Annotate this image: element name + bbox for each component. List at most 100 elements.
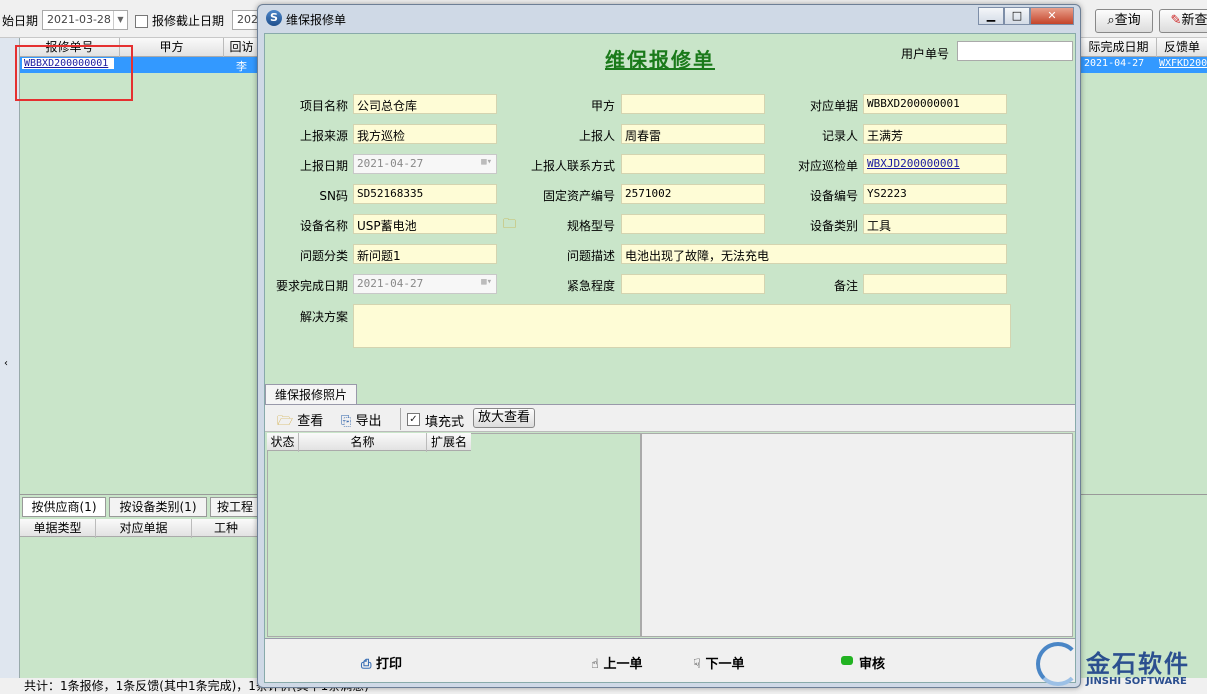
asset-no-field[interactable]: 2571002 xyxy=(621,184,765,204)
close-icon[interactable]: ✕ xyxy=(1030,7,1074,25)
report-date-label: 上报日期 xyxy=(299,159,348,173)
audit-button[interactable]: 审核 xyxy=(841,653,885,672)
due-date-value: 2021-04-27 xyxy=(357,277,424,290)
photo-preview xyxy=(641,433,1073,637)
party-a-label: 甲方 xyxy=(590,99,615,113)
photo-toolbar: 🗁 查看 ⎘ 导出 ✓ 填充式 放大查看 xyxy=(265,404,1075,432)
reporter-field[interactable]: 周春雷 xyxy=(621,124,765,144)
print-button[interactable]: ⎙ 打印 xyxy=(361,653,402,672)
reporter-label: 上报人 xyxy=(578,129,615,143)
calendar-dropdown-icon[interactable]: ▦▾ xyxy=(481,157,492,167)
dialog-content: 维保报修单 用户单号 项目名称 公司总仓库 甲方 对应单据 WBBXD20000… xyxy=(264,33,1076,683)
new-icon: ✎ xyxy=(1170,13,1182,28)
repair-dialog: S 维保报修单 ▁ □ ✕ 维保报修单 用户单号 项目名称 公司总仓库 甲方 对… xyxy=(257,4,1081,688)
view-button[interactable]: 🗁 查看 xyxy=(277,410,323,434)
source-field[interactable]: 我方巡检 xyxy=(353,124,497,144)
tab-project[interactable]: 按工程 xyxy=(210,497,260,517)
export-icon: ⎘ xyxy=(341,414,352,429)
search-icon: ⌕ xyxy=(1107,13,1115,28)
linked-patrol-link[interactable]: WBXJD200000001 xyxy=(863,154,1007,174)
row-party: 李 xyxy=(236,60,247,73)
query-button[interactable]: ⌕查询 xyxy=(1095,9,1153,33)
linked-doc-field[interactable]: WBBXD200000001 xyxy=(863,94,1007,114)
remark-field[interactable] xyxy=(863,274,1007,294)
solution-label: 解决方案 xyxy=(299,310,348,324)
col-header-party[interactable]: 甲方 xyxy=(120,38,224,57)
end-date-label: 报修截止日期 xyxy=(152,14,225,28)
device-name-field[interactable]: USP蓄电池 xyxy=(353,214,497,234)
tab-repair-photos[interactable]: 维保报修照片 xyxy=(265,384,357,404)
linked-doc-label: 对应单据 xyxy=(809,99,858,113)
prev-label: 上一单 xyxy=(603,657,643,672)
col-header-trade[interactable]: 工种 xyxy=(192,519,260,538)
col-header-linked-doc[interactable]: 对应单据 xyxy=(96,519,192,538)
new-button[interactable]: ✎新查 xyxy=(1159,9,1207,33)
col-header-ext[interactable]: 扩展名 xyxy=(427,433,471,452)
source-label: 上报来源 xyxy=(299,129,348,143)
reporter-contact-field[interactable] xyxy=(621,154,765,174)
recorder-label: 记录人 xyxy=(821,129,858,143)
logo-cn-text: 金石软件 xyxy=(1086,650,1190,678)
start-date-label: 始日期 xyxy=(2,14,39,28)
highlight-box xyxy=(15,45,133,101)
tab-device-type[interactable]: 按设备类别(1) xyxy=(109,497,207,517)
sn-field[interactable]: SD52168335 xyxy=(353,184,497,204)
start-date-picker[interactable]: 2021-03-28 ▼ xyxy=(42,10,128,30)
hand-down-icon: ☟ xyxy=(693,657,701,672)
lower-grid-header: 单据类型 对应单据 工种 xyxy=(20,519,260,538)
solution-textarea[interactable] xyxy=(353,304,1011,348)
col-header-visit[interactable]: 回访 xyxy=(224,38,260,57)
project-name-field[interactable]: 公司总仓库 xyxy=(353,94,497,114)
col-header-feedback[interactable]: 反馈单 xyxy=(1157,38,1207,57)
app-logo-icon: S xyxy=(266,10,282,26)
logo-swirl-icon xyxy=(1036,642,1080,686)
party-a-field[interactable] xyxy=(621,94,765,114)
minimize-icon[interactable]: ▁ xyxy=(978,7,1004,25)
next-label: 下一单 xyxy=(705,657,745,672)
hand-up-icon: ☝ xyxy=(591,657,599,672)
end-date-picker[interactable]: 2021 xyxy=(232,10,258,30)
user-no-input[interactable] xyxy=(957,41,1073,61)
linked-patrol-label: 对应巡检单 xyxy=(797,159,858,173)
chevron-down-icon: ▼ xyxy=(113,11,127,29)
issue-type-label: 问题分类 xyxy=(299,249,348,263)
sn-label: SN码 xyxy=(319,189,348,203)
folder-icon[interactable]: 🗀 xyxy=(503,215,516,237)
issue-type-field[interactable]: 新问题1 xyxy=(353,244,497,264)
urgency-field[interactable] xyxy=(621,274,765,294)
device-no-label: 设备编号 xyxy=(809,189,858,203)
zoom-view-button[interactable]: 放大查看 xyxy=(473,408,535,428)
recorder-field[interactable]: 王满芳 xyxy=(863,124,1007,144)
print-label: 打印 xyxy=(375,657,402,672)
new-button-label: 新查 xyxy=(1181,13,1207,28)
device-type-field[interactable]: 工具 xyxy=(863,214,1007,234)
col-header-doc-type[interactable]: 单据类型 xyxy=(20,519,96,538)
spec-field[interactable] xyxy=(621,214,765,234)
fill-mode-label: 填充式 xyxy=(425,415,465,430)
row-finish-date: 2021-04-27 xyxy=(1084,58,1145,69)
calendar-dropdown-icon[interactable]: ▦▾ xyxy=(481,277,492,287)
device-no-field[interactable]: YS2223 xyxy=(863,184,1007,204)
dialog-titlebar[interactable]: S 维保报修单 ▁ □ ✕ xyxy=(258,5,1080,33)
folder-open-icon: 🗁 xyxy=(277,414,294,429)
row-feedback-link[interactable]: WXFKD200 xyxy=(1159,58,1207,69)
due-date-picker[interactable]: 2021-04-27 ▦▾ xyxy=(353,274,497,294)
collapse-arrow-icon[interactable]: ‹ xyxy=(4,358,8,369)
col-header-finish-date[interactable]: 际完成日期 xyxy=(1081,38,1157,57)
end-date-checkbox[interactable] xyxy=(135,15,148,28)
prev-button[interactable]: ☝ 上一单 xyxy=(591,653,642,672)
photo-list xyxy=(267,433,641,637)
col-header-status[interactable]: 状态 xyxy=(267,433,299,452)
col-header-name[interactable]: 名称 xyxy=(299,433,427,452)
maximize-icon[interactable]: □ xyxy=(1004,7,1030,25)
export-button[interactable]: ⎘ 导出 xyxy=(341,410,382,429)
project-name-label: 项目名称 xyxy=(299,99,348,113)
left-splitter[interactable]: ‹ xyxy=(0,38,20,678)
tab-supplier[interactable]: 按供应商(1) xyxy=(22,497,106,517)
report-date-picker[interactable]: 2021-04-27 ▦▾ xyxy=(353,154,497,174)
start-date-value: 2021-03-28 xyxy=(47,13,111,26)
next-button[interactable]: ☟ 下一单 xyxy=(693,653,744,672)
fill-mode-checkbox[interactable]: ✓ xyxy=(407,413,420,426)
issue-desc-field[interactable]: 电池出现了故障，无法充电 xyxy=(621,244,1007,264)
export-label: 导出 xyxy=(355,414,382,429)
